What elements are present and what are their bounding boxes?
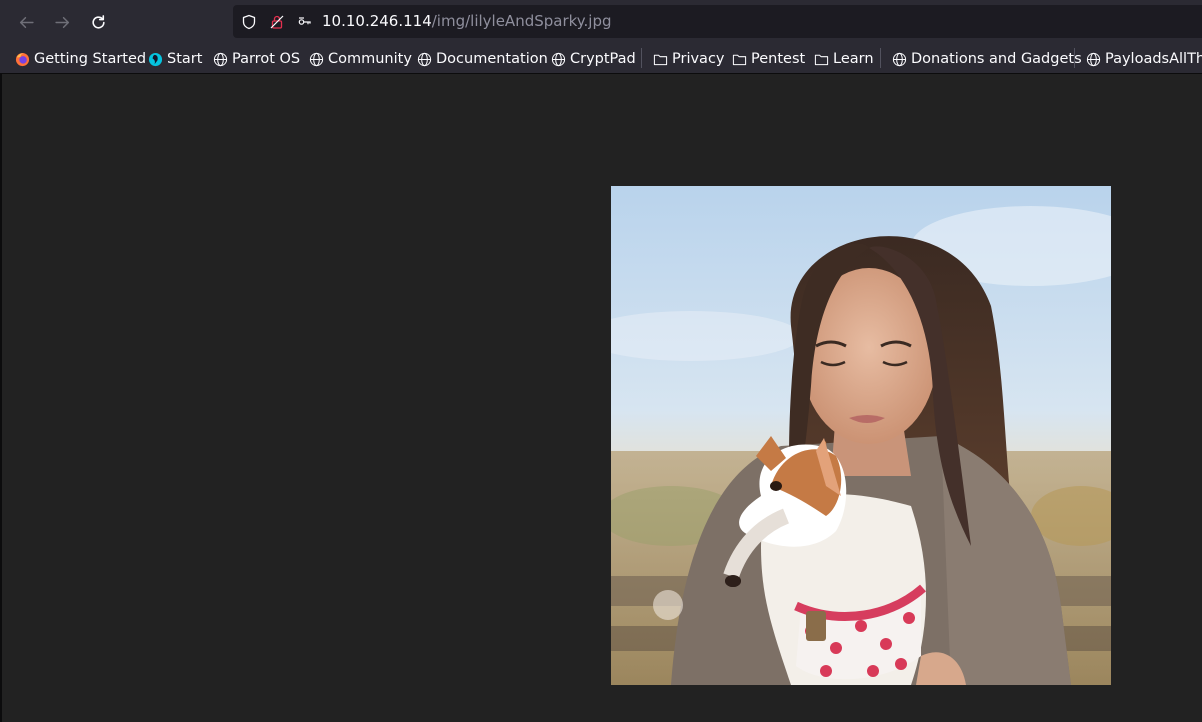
bookmark-label: Learn (833, 51, 874, 67)
globe-icon (308, 51, 324, 67)
bookmark-label: PayloadsAllThe (1105, 51, 1202, 67)
url-host: 10.10.246.114 (322, 12, 432, 30)
bookmark-label: Parrot OS (232, 51, 301, 67)
bookmark-label: CryptPad (570, 51, 636, 67)
url-path: /img/lilyleAndSparky.jpg (431, 12, 612, 30)
globe-icon (1085, 51, 1101, 67)
arrow-left-icon (19, 16, 34, 28)
bookmarks-toolbar: Getting Started Start Parrot OS Communit… (0, 44, 1202, 74)
bookmark-community[interactable]: Community (308, 48, 412, 70)
photo-woman-holding-dog[interactable] (611, 186, 1111, 685)
forward-button[interactable] (47, 7, 77, 37)
permission-lock-icon[interactable] (268, 13, 286, 31)
parrot-icon (147, 51, 163, 67)
bookmark-separator (1074, 48, 1075, 68)
bookmark-label: Pentest (751, 51, 806, 67)
firefox-icon (14, 51, 30, 67)
globe-icon (550, 51, 566, 67)
bookmark-folder-privacy[interactable]: Privacy (652, 48, 725, 70)
shield-icon[interactable] (240, 13, 258, 31)
navigation-toolbar: 10.10.246.114/img/lilyleAndSparky.jpg (0, 0, 1202, 44)
bookmark-donations-and-gadgets[interactable]: Donations and Gadgets (891, 48, 1082, 70)
bookmark-folder-learn[interactable]: Learn (813, 48, 874, 70)
url-text[interactable]: 10.10.246.114/img/lilyleAndSparky.jpg (322, 12, 612, 30)
arrow-right-icon (54, 16, 69, 28)
reload-button[interactable] (83, 7, 113, 37)
bookmark-documentation[interactable]: Documentation (416, 48, 548, 70)
bookmark-label: Documentation (436, 51, 548, 67)
globe-icon (416, 51, 432, 67)
bookmark-label: Start (167, 51, 203, 67)
bookmark-getting-started[interactable]: Getting Started (14, 48, 146, 70)
bookmark-start[interactable]: Start (147, 48, 202, 70)
bookmark-label: Privacy (672, 51, 725, 67)
bookmark-parrot-os[interactable]: Parrot OS (212, 48, 300, 70)
globe-icon (891, 51, 907, 67)
bookmark-label: Getting Started (34, 51, 147, 67)
bookmark-payloadsallthethings[interactable]: PayloadsAllThe (1085, 48, 1202, 70)
folder-icon (813, 51, 829, 67)
bookmark-cryptpad[interactable]: CryptPad (550, 48, 636, 70)
url-bar[interactable]: 10.10.246.114/img/lilyleAndSparky.jpg (233, 5, 1202, 38)
bookmark-label: Donations and Gadgets (911, 51, 1082, 67)
photo-image (611, 186, 1111, 685)
bookmark-separator (880, 48, 881, 68)
bookmark-separator (641, 48, 642, 68)
folder-icon (652, 51, 668, 67)
bookmark-folder-pentest[interactable]: Pentest (731, 48, 805, 70)
key-icon[interactable] (296, 13, 314, 31)
folder-icon (731, 51, 747, 67)
back-button[interactable] (11, 7, 41, 37)
bookmark-label: Community (328, 51, 412, 67)
reload-icon (91, 14, 105, 29)
globe-icon (212, 51, 228, 67)
